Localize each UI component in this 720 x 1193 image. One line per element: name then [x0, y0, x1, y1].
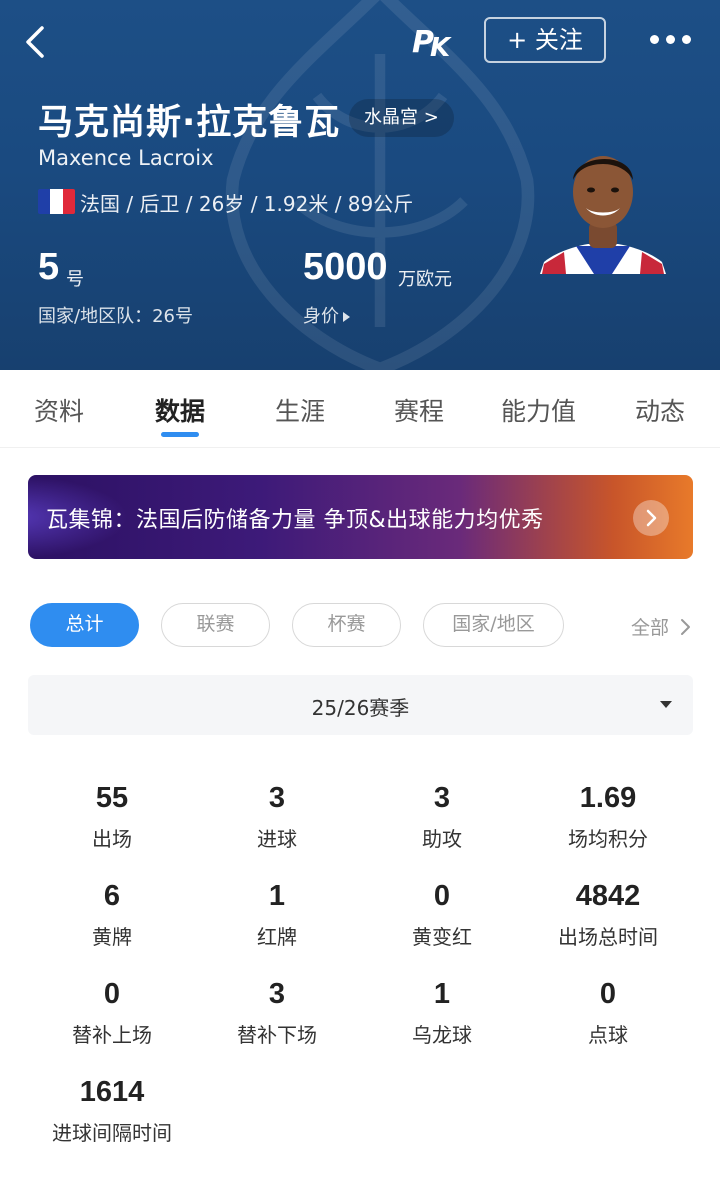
stat-points-per-game: 1.69 场均积分 — [518, 782, 698, 852]
stat-value: 1.69 — [579, 782, 637, 814]
stat-penalties: 0 点球 — [518, 978, 698, 1048]
caret-down-icon — [660, 701, 672, 708]
tab-data[interactable]: 数据 — [155, 392, 205, 428]
club-link[interactable]: 水晶宫 > — [349, 99, 454, 137]
stat-label: 出场总时间 — [558, 925, 658, 949]
stat-value: 0 — [103, 978, 121, 1010]
stat-label: 助攻 — [422, 827, 462, 851]
filter-cup[interactable]: 杯赛 — [292, 603, 401, 647]
filter-league[interactable]: 联赛 — [161, 603, 270, 647]
tab-profile[interactable]: 资料 — [34, 392, 84, 428]
stat-value: 3 — [433, 782, 451, 814]
filter-national[interactable]: 国家/地区 — [423, 603, 564, 647]
shirt-number: 5 — [38, 246, 60, 288]
player-info: 法国 / 后卫 / 26岁 / 1.92米 / 89公斤 — [80, 192, 414, 216]
stat-yellow-cards: 6 黄牌 — [22, 880, 202, 950]
stat-sub-off: 3 替补下场 — [187, 978, 367, 1048]
tab-ability[interactable]: 能力值 — [501, 392, 576, 428]
filter-all-link[interactable]: 全部 — [631, 613, 691, 640]
stat-value: 3 — [268, 782, 286, 814]
stat-label: 进球间隔时间 — [52, 1121, 172, 1145]
market-value-label: 身价 — [303, 306, 339, 327]
stat-goals: 3 进球 — [187, 782, 367, 852]
filter-all-label: 全部 — [631, 617, 670, 639]
more-icon[interactable] — [648, 30, 692, 50]
stat-label: 进球 — [257, 827, 297, 851]
stat-value: 55 — [95, 782, 129, 814]
tab-career[interactable]: 生涯 — [275, 392, 325, 428]
stat-label: 点球 — [588, 1023, 628, 1047]
season-value: 25/26赛季 — [311, 696, 410, 720]
market-value: 5000 — [303, 246, 388, 288]
stat-value: 4842 — [575, 880, 641, 912]
stat-red-cards: 1 红牌 — [187, 880, 367, 950]
shirt-number-unit: 号 — [66, 269, 84, 290]
tab-bar: 资料 数据 生涯 赛程 能力值 动态 — [0, 370, 720, 448]
svg-text:K: K — [430, 33, 452, 60]
stat-sub-on: 0 替补上场 — [22, 978, 202, 1048]
market-value-link[interactable]: 身价 — [303, 302, 350, 328]
stat-value: 6 — [103, 880, 121, 912]
back-icon[interactable] — [20, 22, 52, 62]
banner-text: 瓦集锦：法国后防储备力量 争顶&出球能力均优秀 — [46, 508, 544, 533]
stat-appearances: 55 出场 — [22, 782, 202, 852]
stat-value: 1 — [268, 880, 286, 912]
stat-own-goals: 1 乌龙球 — [352, 978, 532, 1048]
stat-label: 黄牌 — [92, 925, 132, 949]
stat-label: 替补下场 — [237, 1023, 317, 1047]
france-flag-icon — [38, 189, 75, 214]
stat-label: 乌龙球 — [412, 1023, 472, 1047]
filter-total[interactable]: 总计 — [30, 603, 139, 647]
stat-label: 场均积分 — [568, 827, 648, 851]
stat-value: 0 — [433, 880, 451, 912]
chevron-right-icon — [681, 619, 691, 635]
tab-schedule[interactable]: 赛程 — [394, 392, 444, 428]
stat-label: 替补上场 — [72, 1023, 152, 1047]
stat-second-yellow: 0 黄变红 — [352, 880, 532, 950]
stat-value: 3 — [268, 978, 286, 1010]
stat-label: 红牌 — [257, 925, 297, 949]
market-value-unit: 万欧元 — [398, 269, 452, 290]
pk-logo-icon: P K — [412, 25, 452, 60]
stat-value: 0 — [599, 978, 617, 1010]
tab-active-indicator — [161, 432, 199, 437]
player-name-en: Maxence Lacroix — [38, 146, 214, 170]
national-team-number: 国家/地区队：26号 — [38, 306, 193, 327]
stat-label: 出场 — [92, 827, 132, 851]
tab-news[interactable]: 动态 — [635, 392, 685, 428]
player-header: P K + 关注 马克尚斯·拉克鲁瓦 水晶宫 > Maxence Lacroix… — [0, 0, 720, 370]
player-avatar — [540, 156, 666, 274]
stat-minutes-per-goal: 1614 进球间隔时间 — [22, 1076, 202, 1146]
stat-value: 1614 — [79, 1076, 145, 1108]
stat-assists: 3 助攻 — [352, 782, 532, 852]
arrow-right-icon — [343, 312, 350, 322]
stat-label: 黄变红 — [412, 925, 472, 949]
follow-button[interactable]: + 关注 — [484, 17, 606, 63]
stat-value: 1 — [433, 978, 451, 1010]
highlight-banner[interactable]: 瓦集锦：法国后防储备力量 争顶&出球能力均优秀 — [28, 475, 693, 559]
season-select[interactable]: 25/26赛季 — [28, 675, 693, 735]
stat-minutes-played: 4842 出场总时间 — [518, 880, 698, 950]
player-name: 马克尚斯·拉克鲁瓦 — [38, 103, 341, 143]
chevron-right-icon — [633, 500, 669, 536]
